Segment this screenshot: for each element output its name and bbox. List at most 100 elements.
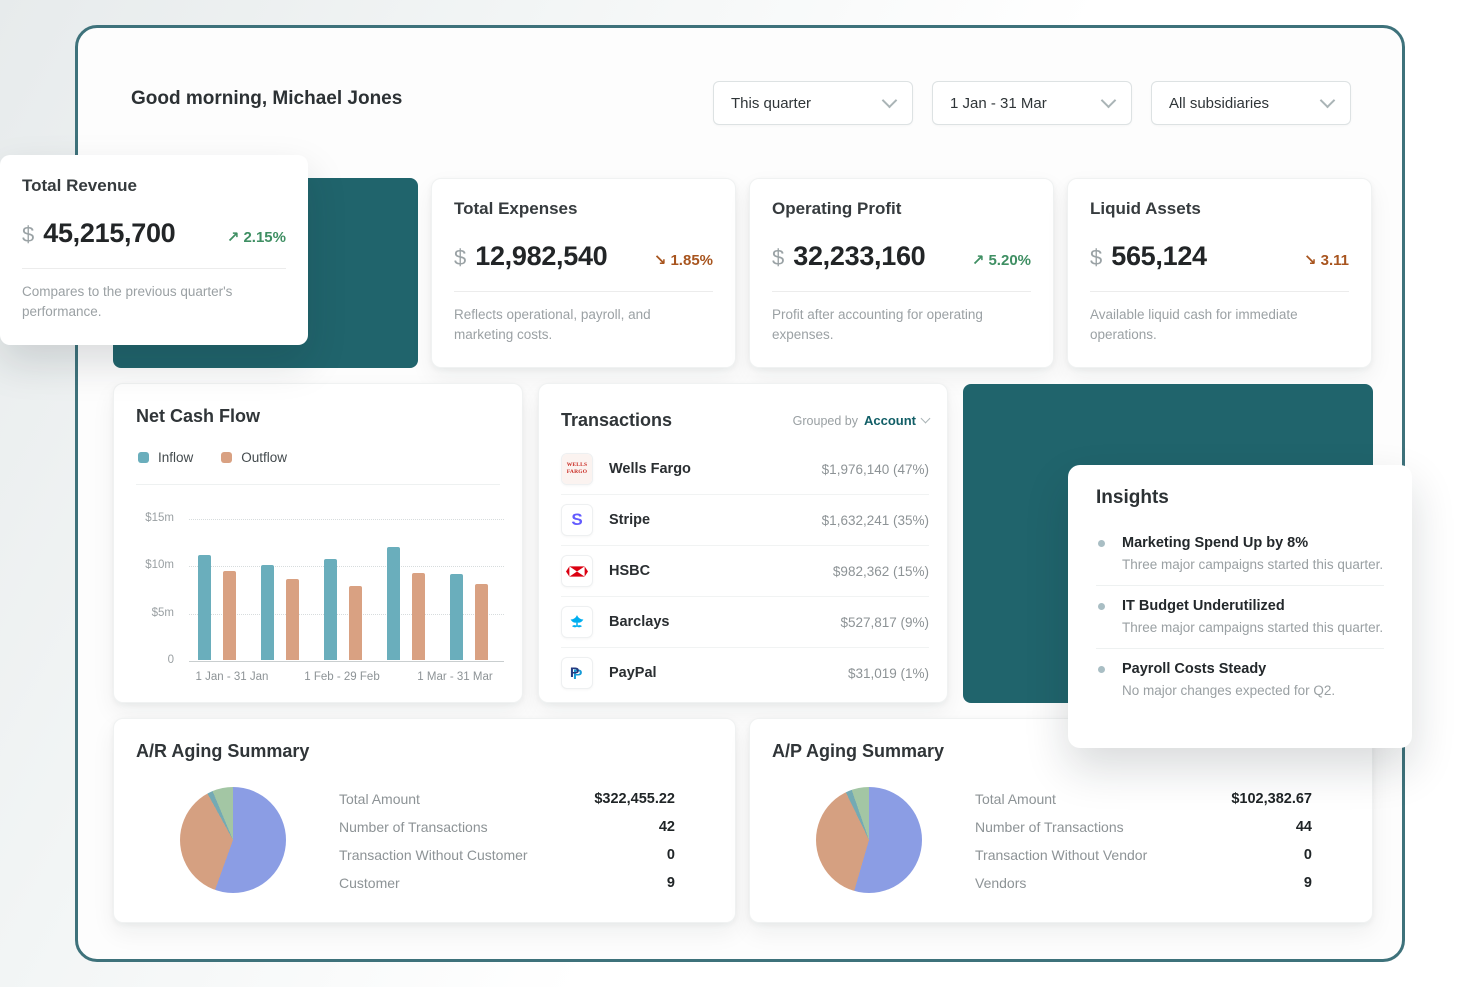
transaction-amount: $1,632,241 (35%) <box>822 513 929 528</box>
divider <box>136 484 500 485</box>
chevron-down-icon <box>882 93 898 109</box>
outflow-bar <box>475 584 488 660</box>
bar-group <box>324 559 362 660</box>
total-revenue-title: Total Revenue <box>22 176 286 196</box>
chart-plot-area <box>189 519 504 661</box>
kpi-title: Total Expenses <box>454 199 713 219</box>
trend-up-icon: ↗ <box>972 252 985 269</box>
logo-word: WELLS <box>567 462 588 469</box>
kpi-card-liquid-assets[interactable]: Liquid Assets$565,124↘ 3.11Available liq… <box>1067 178 1372 368</box>
x-axis-tick-label: 1 Mar - 31 Mar <box>417 671 492 683</box>
ap-aging-stats: Total Amount $102,382.67 Number of Transac… <box>975 785 1312 897</box>
insight-description: No major changes expected for Q2. <box>1122 683 1384 698</box>
kpi-value-row: $565,124↘ 3.11 <box>1090 241 1349 272</box>
ar-aging-pie-chart <box>180 787 286 893</box>
summary-label: Total Amount <box>975 791 1056 807</box>
summary-row-vendors: Vendors 9 <box>975 869 1312 897</box>
filter-dropdown-this-quarter[interactable]: This quarter <box>713 81 913 125</box>
bullet-icon <box>1098 603 1105 610</box>
summary-value: 44 <box>1296 819 1312 835</box>
legend-swatch-icon <box>138 452 149 463</box>
barclays-logo <box>561 606 593 638</box>
trend-up-icon: ↗ <box>227 229 240 246</box>
x-axis-tick-label: 1 Feb - 29 Feb <box>304 671 379 683</box>
insight-title: IT Budget Underutilized <box>1122 598 1384 614</box>
kpi-value-row: $12,982,540↘ 1.85% <box>454 241 713 272</box>
delta-value: 2.15% <box>243 229 286 246</box>
transaction-row-paypal[interactable]: PPPayPal$31,019 (1%) <box>561 647 929 698</box>
insight-description: Three major campaigns started this quart… <box>1122 620 1384 635</box>
total-revenue-delta: ↗ 2.15% <box>227 228 286 246</box>
insights-title: Insights <box>1096 487 1384 509</box>
outflow-bar <box>349 586 362 660</box>
ar-aging-summary-card: A/R Aging Summary Total Amount$322,455.2… <box>113 718 736 923</box>
transaction-row-wells-fargo[interactable]: WELLSFARGO Wells Fargo $1,976,140 (47%) <box>561 444 929 494</box>
filter-dropdown-all-subsidiaries[interactable]: All subsidiaries <box>1151 81 1351 125</box>
kpi-delta: ↗ 5.20% <box>972 251 1031 269</box>
kpi-card-total-expenses[interactable]: Total Expenses$12,982,540↘ 1.85%Reflects… <box>431 178 736 368</box>
insight-item-marketing-spend-up-by-8: Marketing Spend Up by 8%Three major camp… <box>1096 523 1384 572</box>
summary-value: 9 <box>1304 875 1312 891</box>
kpi-card-operating-profit[interactable]: Operating Profit$32,233,160↗ 5.20%Profit… <box>749 178 1054 368</box>
transaction-account-name: Stripe <box>609 512 650 528</box>
currency-symbol: $ <box>454 245 466 271</box>
ap-aging-summary-card: A/P Aging Summary Total Amount $102,382.6… <box>749 718 1373 923</box>
kpi-delta: ↘ 3.11 <box>1304 251 1349 269</box>
y-axis-tick-label: $5m <box>128 607 174 619</box>
bar-group <box>450 574 488 660</box>
inflow-bar <box>324 559 337 660</box>
inflow-bar <box>387 547 400 660</box>
page-title: Good morning, Michael Jones <box>131 88 402 110</box>
summary-row-transaction-without-vendor: Transaction Without Vendor0 <box>975 841 1312 869</box>
transaction-row-hsbc[interactable]: HSBC$982,362 (15%) <box>561 545 929 596</box>
bullet-icon <box>1098 666 1105 673</box>
transaction-row-barclays[interactable]: Barclays$527,817 (9%) <box>561 596 929 647</box>
wells-fargo-logo-text: WELLSFARGO <box>562 454 592 484</box>
gridline <box>189 661 504 662</box>
inflow-bar <box>450 574 463 660</box>
chevron-down-icon <box>921 413 931 423</box>
kpi-title: Operating Profit <box>772 199 1031 219</box>
currency-symbol: $ <box>1090 245 1102 271</box>
summary-row-number-of-transactions: Number of Transactions42 <box>339 813 675 841</box>
total-revenue-popover: Total Revenue $ 45,215,700 ↗ 2.15% Compa… <box>0 155 308 345</box>
ap-aging-pie-chart <box>816 787 922 893</box>
legend-item-inflow: Inflow <box>138 450 193 465</box>
insight-item-payroll-costs-steady: Payroll Costs Steady No major changes exp… <box>1096 648 1384 698</box>
ap-aging-title: A/P Aging Summary <box>772 741 944 762</box>
transaction-row-stripe[interactable]: SStripe$1,632,241 (35%) <box>561 494 929 545</box>
summary-label: Vendors <box>975 875 1026 891</box>
kpi-value: 32,233,160 <box>793 241 925 272</box>
insight-title: Payroll Costs Steady <box>1122 661 1384 677</box>
divider <box>772 291 1031 292</box>
filter-dropdown-1-jan-31-mar[interactable]: 1 Jan - 31 Mar <box>932 81 1132 125</box>
grouped-by-selector[interactable]: Grouped by Account <box>793 413 929 428</box>
net-cash-flow-card: Net Cash Flow InflowOutflow $15m$10m$5m0… <box>113 383 523 703</box>
y-axis-tick-label: $15m <box>128 512 174 524</box>
summary-row-transaction-without-customer: Transaction Without Customer0 <box>339 841 675 869</box>
transaction-account-name: HSBC <box>609 563 650 579</box>
summary-row-total-amount: Total Amount$322,455.22 <box>339 785 675 813</box>
net-cash-flow-title: Net Cash Flow <box>136 406 260 427</box>
transaction-amount: $1,976,140 (47%) <box>822 462 929 477</box>
grouped-by-value: Account <box>864 413 916 428</box>
bar-group <box>387 547 425 660</box>
divider <box>22 268 286 269</box>
trend-down-icon: ↘ <box>654 252 667 269</box>
summary-row-number-of-transactions: Number of Transactions44 <box>975 813 1312 841</box>
summary-row-customer: Customer9 <box>339 869 675 897</box>
summary-value: 0 <box>1304 847 1312 863</box>
transactions-title: Transactions <box>561 410 672 431</box>
transaction-account-name: PayPal <box>609 665 657 681</box>
y-axis-tick-label: 0 <box>128 654 174 666</box>
insight-title: Marketing Spend Up by 8% <box>1122 535 1384 551</box>
chevron-down-icon <box>1101 93 1117 109</box>
total-revenue-description: Compares to the previous quarter's perfo… <box>22 282 286 321</box>
transaction-account-name: Wells Fargo <box>609 461 691 477</box>
x-axis-tick-label: 1 Jan - 31 Jan <box>196 671 269 683</box>
transaction-amount: $527,817 (9%) <box>840 615 929 630</box>
summary-value: $102,382.67 <box>1231 791 1312 807</box>
summary-label: Number of Transactions <box>339 819 488 835</box>
legend-label: Inflow <box>158 450 193 465</box>
divider <box>1090 291 1349 292</box>
